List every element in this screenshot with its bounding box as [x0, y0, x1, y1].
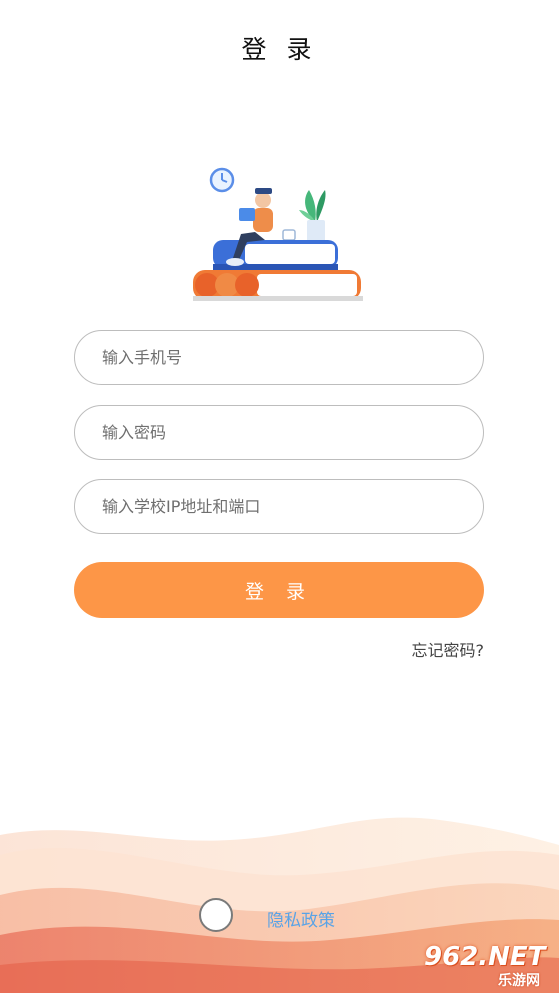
clock-icon: [209, 167, 235, 193]
privacy-policy-link[interactable]: 隐私政策: [267, 906, 335, 931]
watermark-logo: 962.NET: [424, 942, 546, 972]
forgot-password-link[interactable]: 忘记密码?: [412, 637, 485, 661]
phone-input[interactable]: [100, 347, 458, 368]
login-button[interactable]: 登 录: [74, 562, 484, 618]
books-illustration: [193, 167, 363, 301]
plant-icon: [299, 190, 326, 242]
site-watermark: 962.NET 乐游网: [418, 942, 559, 993]
school-ip-input[interactable]: [100, 496, 458, 517]
phone-field[interactable]: [74, 330, 484, 385]
school-ip-field[interactable]: [74, 479, 484, 534]
privacy-agree-radio[interactable]: [199, 898, 233, 932]
page-title: 登 录: [241, 35, 318, 64]
password-input[interactable]: [100, 422, 458, 443]
password-field[interactable]: [74, 405, 484, 460]
watermark-site-name: 乐游网: [498, 973, 540, 989]
